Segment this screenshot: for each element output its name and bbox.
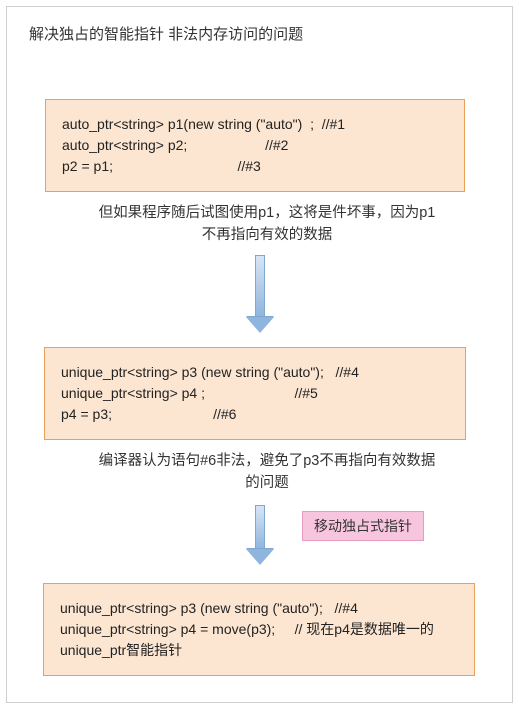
code-block-1: auto_ptr<string> p1(new string ("auto") … <box>45 99 465 192</box>
tag-move-pointer: 移动独占式指针 <box>302 511 424 541</box>
arrow-down-icon <box>245 255 275 333</box>
caption-2: 编译器认为语句#6非法，避免了p3不再指向有效数据的问题 <box>97 451 437 495</box>
code-block-2: unique_ptr<string> p3 (new string ("auto… <box>44 347 466 440</box>
arrow-down-icon <box>245 505 275 565</box>
code-block-3: unique_ptr<string> p3 (new string ("auto… <box>43 583 475 676</box>
page-title: 解决独占的智能指针 非法内存访问的问题 <box>29 23 303 44</box>
diagram-canvas: 解决独占的智能指针 非法内存访问的问题 auto_ptr<string> p1(… <box>6 6 513 703</box>
caption-1: 但如果程序随后试图使用p1，这将是件坏事，因为p1不再指向有效的数据 <box>97 203 437 247</box>
